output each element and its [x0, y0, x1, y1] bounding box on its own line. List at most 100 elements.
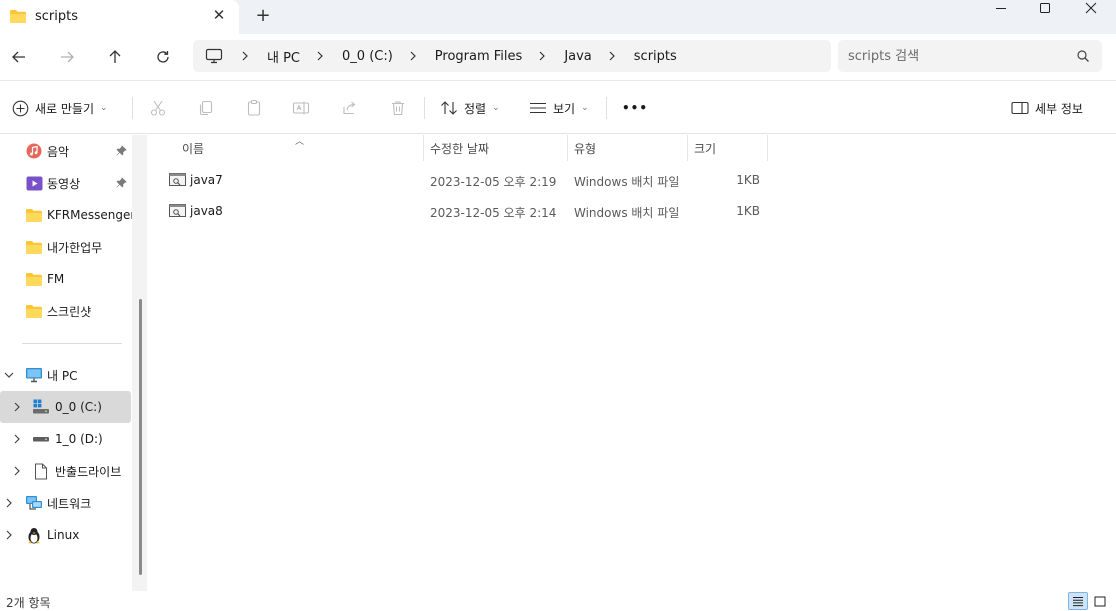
column-header-type[interactable]: 유형: [574, 135, 596, 161]
document-icon: [32, 463, 50, 479]
more-options-button[interactable]: •••: [622, 96, 648, 120]
tiles-view-icon: [1094, 596, 1106, 606]
chevron-right-icon[interactable]: [3, 497, 15, 509]
breadcrumb-item[interactable]: Program Files: [425, 49, 531, 64]
file-row[interactable]: java8 2023-12-05 오후 2:14 Windows 배치 파일 1…: [163, 197, 773, 225]
folder-icon: [25, 303, 43, 319]
sidebar-item-kfrmessenger[interactable]: KFRMessenger: [0, 199, 135, 231]
column-divider[interactable]: [767, 135, 768, 161]
details-label: 세부 정보: [1035, 101, 1083, 116]
sidebar-item-removable-drive[interactable]: 반출드라이브: [0, 455, 131, 487]
file-type: Windows 배치 파일: [574, 175, 680, 189]
chevron-right-icon[interactable]: [401, 51, 425, 61]
column-header-name[interactable]: 이름: [182, 135, 204, 161]
chevron-right-icon[interactable]: [11, 465, 23, 477]
sort-icon: [440, 100, 458, 116]
delete-button[interactable]: [389, 96, 407, 120]
status-bar: 2개 항목: [0, 591, 1116, 611]
penguin-icon: [25, 527, 43, 543]
pin-icon: [116, 145, 127, 159]
close-window-button[interactable]: [1068, 0, 1114, 16]
search-icon[interactable]: [1076, 49, 1090, 66]
divider: [132, 97, 133, 119]
sidebar-item-label: 반출드라이브: [55, 464, 122, 479]
clipboard-icon: [245, 99, 263, 117]
column-header-label: 이름: [182, 141, 205, 156]
sidebar-item-my-work[interactable]: 내가한업무: [0, 231, 131, 263]
sidebar-item-fm[interactable]: FM: [0, 263, 131, 295]
sidebar-item-videos[interactable]: 동영상: [0, 167, 131, 199]
close-tab-icon[interactable]: ✕: [211, 7, 227, 23]
details-pane-button[interactable]: 세부 정보: [1011, 96, 1083, 120]
sort-label: 정렬: [464, 101, 487, 116]
forward-button[interactable]: [56, 46, 78, 68]
sort-button[interactable]: 정렬 ⌄: [440, 96, 500, 120]
folder-icon: [25, 207, 43, 223]
sidebar-scrollbar[interactable]: [132, 135, 147, 591]
column-header-modified[interactable]: 수정한 날짜: [430, 135, 489, 161]
tab-title: scripts: [35, 9, 78, 24]
breadcrumb-item[interactable]: Java: [554, 49, 599, 64]
breadcrumb-item[interactable]: scripts: [624, 49, 685, 64]
sidebar-item-drive-d[interactable]: 1_0 (D:): [0, 423, 131, 455]
scrollbar-thumb[interactable]: [139, 299, 142, 575]
file-type: Windows 배치 파일: [574, 206, 680, 220]
view-button[interactable]: 보기 ⌄: [529, 96, 589, 120]
sidebar-item-linux[interactable]: Linux: [0, 519, 131, 551]
share-button[interactable]: [341, 96, 359, 120]
paste-button[interactable]: [245, 96, 263, 120]
file-row[interactable]: java7 2023-12-05 오후 2:19 Windows 배치 파일 1…: [163, 166, 773, 194]
video-icon: [25, 175, 43, 191]
address-bar[interactable]: 내 PC 0_0 (C:) Program Files Java scripts: [193, 40, 831, 72]
column-divider[interactable]: [567, 135, 568, 161]
chevron-right-icon[interactable]: [233, 51, 257, 61]
sidebar-item-screenshots[interactable]: 스크린샷: [0, 295, 131, 327]
chevron-down-icon: ⌄: [100, 103, 108, 113]
folder-icon: [25, 271, 43, 287]
new-tab-button[interactable]: +: [254, 6, 272, 26]
column-divider[interactable]: [423, 135, 424, 161]
sidebar-item-label: 네트워크: [47, 496, 92, 511]
chevron-right-icon[interactable]: [308, 51, 332, 61]
breadcrumb-item[interactable]: 0_0 (C:): [332, 49, 401, 64]
sidebar-item-network[interactable]: 네트워크: [0, 487, 131, 519]
chevron-down-icon[interactable]: [3, 369, 15, 381]
back-button[interactable]: [8, 46, 30, 68]
details-view-icon: [1073, 596, 1083, 606]
share-icon: [341, 99, 359, 117]
copy-button[interactable]: [197, 96, 215, 120]
cut-button[interactable]: [149, 96, 167, 120]
chevron-right-icon[interactable]: [600, 51, 624, 61]
file-modified: 2023-12-05 오후 2:14: [430, 206, 557, 220]
sidebar-item-music[interactable]: 음악: [0, 135, 131, 167]
divider: [22, 343, 122, 344]
file-size: 1KB: [736, 204, 760, 218]
computer-icon: [25, 367, 43, 383]
details-view-button[interactable]: [1068, 592, 1088, 610]
breadcrumb-item[interactable]: 내 PC: [257, 47, 308, 66]
chevron-right-icon[interactable]: [530, 51, 554, 61]
column-header-size[interactable]: 크기: [694, 135, 716, 161]
rename-button[interactable]: [292, 96, 310, 120]
column-divider[interactable]: [687, 135, 688, 161]
minimize-button[interactable]: [978, 0, 1024, 16]
search-input[interactable]: [848, 46, 1068, 66]
batch-file-icon: [169, 204, 186, 220]
tiles-view-button[interactable]: [1090, 592, 1110, 610]
up-button[interactable]: [104, 46, 126, 68]
rename-icon: [292, 99, 310, 117]
chevron-right-icon[interactable]: [3, 529, 15, 541]
sidebar-item-label: 내가한업무: [47, 240, 103, 255]
refresh-button[interactable]: [152, 46, 174, 68]
chevron-right-icon[interactable]: [11, 401, 23, 413]
system-drive-icon: [32, 399, 50, 415]
sidebar-item-this-pc[interactable]: 내 PC: [0, 359, 131, 391]
chevron-right-icon[interactable]: [11, 433, 23, 445]
sidebar-item-drive-c[interactable]: 0_0 (C:): [0, 391, 131, 423]
tab-scripts[interactable]: scripts ✕: [0, 0, 239, 34]
sidebar-item-label: 1_0 (D:): [55, 432, 103, 446]
file-list: ︿ 이름 수정한 날짜 유형 크기 java7 2023-12-05 오후 2:…: [147, 135, 1116, 591]
maximize-button[interactable]: [1022, 0, 1068, 16]
item-count: 2개 항목: [6, 596, 51, 610]
new-button[interactable]: 새로 만들기 ⌄: [12, 96, 108, 120]
